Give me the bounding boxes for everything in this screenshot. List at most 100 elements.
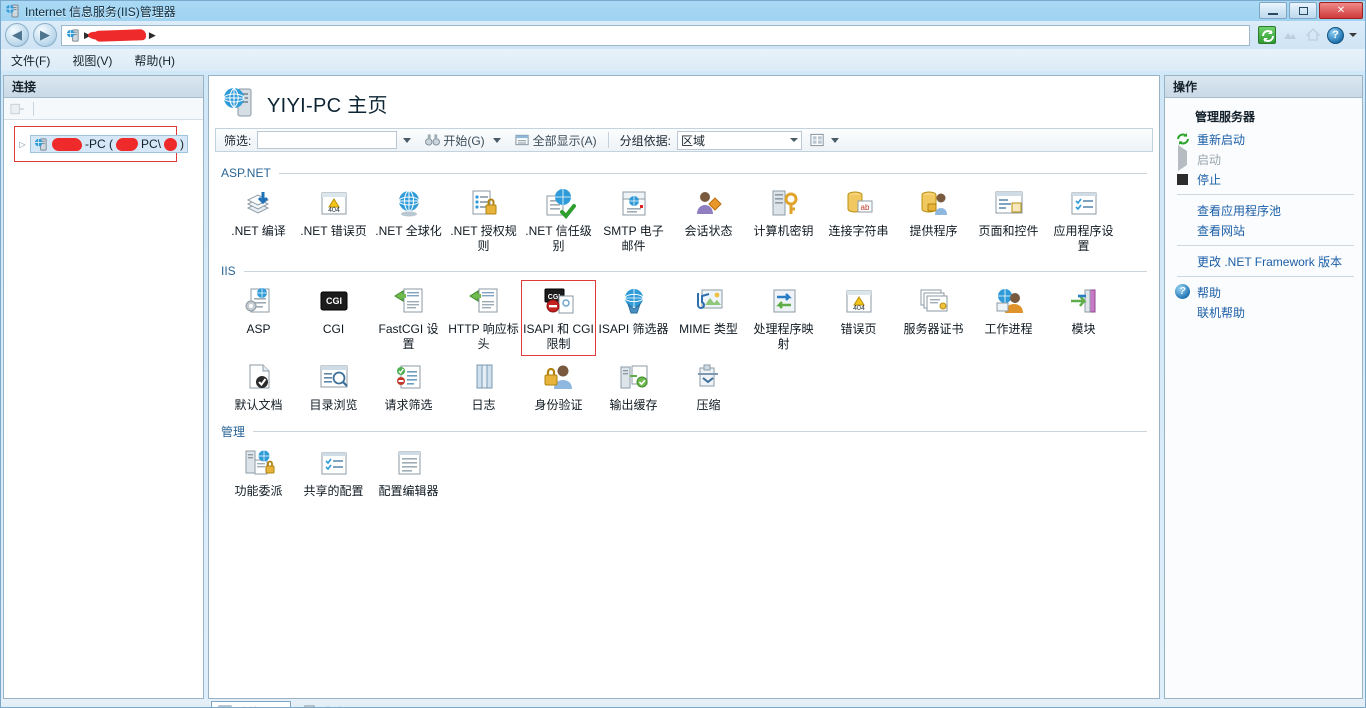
tile-machine-key[interactable]: 计算机密钥 [746,182,821,258]
main-layout: 连接 ▷ -PC (PC\) YIYI-PC 主页 筛选: 开始(G) 全部… [1,71,1365,699]
svg-text:ab: ab [860,203,869,212]
start-caret-icon[interactable] [492,137,501,143]
address-bar[interactable]: ▶ ▶ [61,24,1250,46]
action-stop[interactable]: 停止 [1165,169,1362,189]
actions-divider-1 [1177,194,1354,195]
tree-item-server[interactable]: ▷ -PC (PC\) [18,135,199,153]
chevron-down-icon[interactable] [1349,33,1357,37]
help-icon[interactable]: ? [1327,26,1344,44]
tree-item-selected[interactable]: -PC ( PC\ ) [30,135,189,153]
breadcrumb-redacted-node[interactable] [93,28,147,42]
action-stop-label: 停止 [1197,172,1222,187]
tile-output-caching[interactable]: 输出缓存 [596,356,671,417]
connect-icon[interactable] [10,102,25,116]
tile-isapi-filters[interactable]: ISAPI 筛选器 [596,280,671,356]
tile-compression[interactable]: 压缩 [671,356,746,417]
tile-net-globalization[interactable]: .NET 全球化 [371,182,446,258]
configuration-editor-icon [392,448,426,480]
show-all-button[interactable]: 全部显示(A) [511,132,601,149]
tile-authentication[interactable]: 身份验证 [521,356,596,417]
action-help-label: 帮助 [1197,285,1222,300]
action-online-help-label: 联机帮助 [1197,305,1246,320]
action-start[interactable]: 启动 [1165,145,1362,171]
actions-divider-2 [1177,245,1354,246]
tab-content-view[interactable]: 内容视图 [297,701,377,707]
tile-net-trust-levels[interactable]: .NET 信任级别 [521,182,596,258]
tile-net-error-pages[interactable]: 404 .NET 错误页 [296,182,371,258]
tile-label: 应用程序设置 [1053,224,1114,253]
tile-handler-mappings[interactable]: 处理程序映射 [746,280,821,356]
tile-directory-browsing[interactable]: 目录浏览 [296,356,371,417]
tile-providers[interactable]: 提供程序 [896,182,971,258]
minimize-button[interactable] [1259,2,1287,19]
tile-label: CGI [322,322,345,336]
group-by-select[interactable]: 区域 [677,130,803,150]
view-mode-icon[interactable] [810,133,825,147]
server-node-icon [34,137,49,152]
tile-modules[interactable]: 模块 [1046,280,1121,356]
view-mode-caret-icon[interactable] [831,137,840,143]
tile-mime-types[interactable]: MIME 类型 [671,280,746,356]
group-rule [253,431,1147,432]
tab-features-view[interactable]: 功能视图 [211,700,292,708]
tile-http-response-headers[interactable]: HTTP 响应标头 [446,280,521,356]
filter-input[interactable] [257,131,398,149]
action-online-help[interactable]: 联机帮助 [1165,302,1362,322]
action-help[interactable]: ? 帮助 [1165,282,1362,302]
tile-connection-strings[interactable]: ab 连接字符串 [821,182,896,258]
chevron-right-icon[interactable]: ▷ [18,140,27,149]
action-restart[interactable]: 重新启动 [1165,129,1362,149]
tile-pages-and-controls[interactable]: 页面和控件 [971,182,1046,258]
back-button[interactable]: ◀ [5,23,29,47]
action-view-sites[interactable]: 查看网站 [1165,220,1362,240]
refresh-icon[interactable] [1258,26,1276,44]
tile-smtp-email[interactable]: SMTP 电子邮件 [596,182,671,258]
action-change-framework[interactable]: 更改 .NET Framework 版本 [1165,251,1362,271]
tile-net-authorization-rules[interactable]: .NET 授权规则 [446,182,521,258]
tile-shared-configuration[interactable]: 共享的配置 [296,442,371,503]
tab-features-view-label: 功能视图 [236,704,284,708]
tile-label: 处理程序映射 [753,322,814,351]
tile-configuration-editor[interactable]: 配置编辑器 [371,442,446,503]
tile-application-settings[interactable]: 应用程序设置 [1046,182,1121,258]
tile-cgi[interactable]: CGI CGI [296,280,371,356]
tile-logging[interactable]: 日志 [446,356,521,417]
tile-label: 共享的配置 [303,484,364,498]
tile-feature-delegation[interactable]: 功能委派 [221,442,296,503]
group-title-management: 管理 [221,425,246,439]
filter-start-button[interactable]: 开始(G) [421,132,488,149]
tile-asp[interactable]: ASP [221,280,296,356]
isapi-cgi-restrictions-icon: CGI [542,286,576,318]
tile-label: ISAPI 和 CGI 限制 [523,322,594,351]
iis-app-icon [5,3,21,19]
tile-label: 请求筛选 [384,398,433,412]
tile-session-state[interactable]: 会话状态 [671,182,746,258]
group-by-label: 分组依据: [619,133,672,148]
tile-isapi-cgi-restrictions[interactable]: CGI ISAPI 和 CGI 限制 [521,280,596,356]
menu-view[interactable]: 视图(V) [72,52,112,69]
server-certificates-icon [917,286,951,318]
filter-dropdown-caret[interactable] [403,137,412,143]
menu-file[interactable]: 文件(F) [11,52,50,69]
server-icon [66,28,81,43]
group-by-value: 区域 [681,133,706,148]
stop-icon [1281,26,1299,44]
tile-request-filtering[interactable]: 请求筛选 [371,356,446,417]
tile-fastcgi-settings[interactable]: FastCGI 设置 [371,280,446,356]
maximize-button[interactable] [1289,2,1317,19]
forward-button[interactable]: ▶ [33,23,57,47]
tile-error-pages[interactable]: 404 错误页 [821,280,896,356]
fastcgi-settings-icon [392,286,426,318]
actions-list: 管理服务器 重新启动 启动 停止 查看应用程序池 查看网站 更改 .NET Fr… [1165,98,1362,324]
menu-help[interactable]: 帮助(H) [134,52,175,69]
tile-label: FastCGI 设置 [378,322,439,351]
group-by-caret-icon[interactable] [790,138,799,142]
tile-server-certificates[interactable]: 服务器证书 [896,280,971,356]
tile-worker-processes[interactable]: 工作进程 [971,280,1046,356]
action-view-app-pools[interactable]: 查看应用程序池 [1165,200,1362,220]
cgi-icon: CGI [317,286,351,318]
tile-label: SMTP 电子邮件 [603,224,664,253]
tile-default-document[interactable]: 默认文档 [221,356,296,417]
close-button[interactable]: ✕ [1319,2,1363,19]
tile-net-compile[interactable]: .NET 编译 [221,182,296,258]
